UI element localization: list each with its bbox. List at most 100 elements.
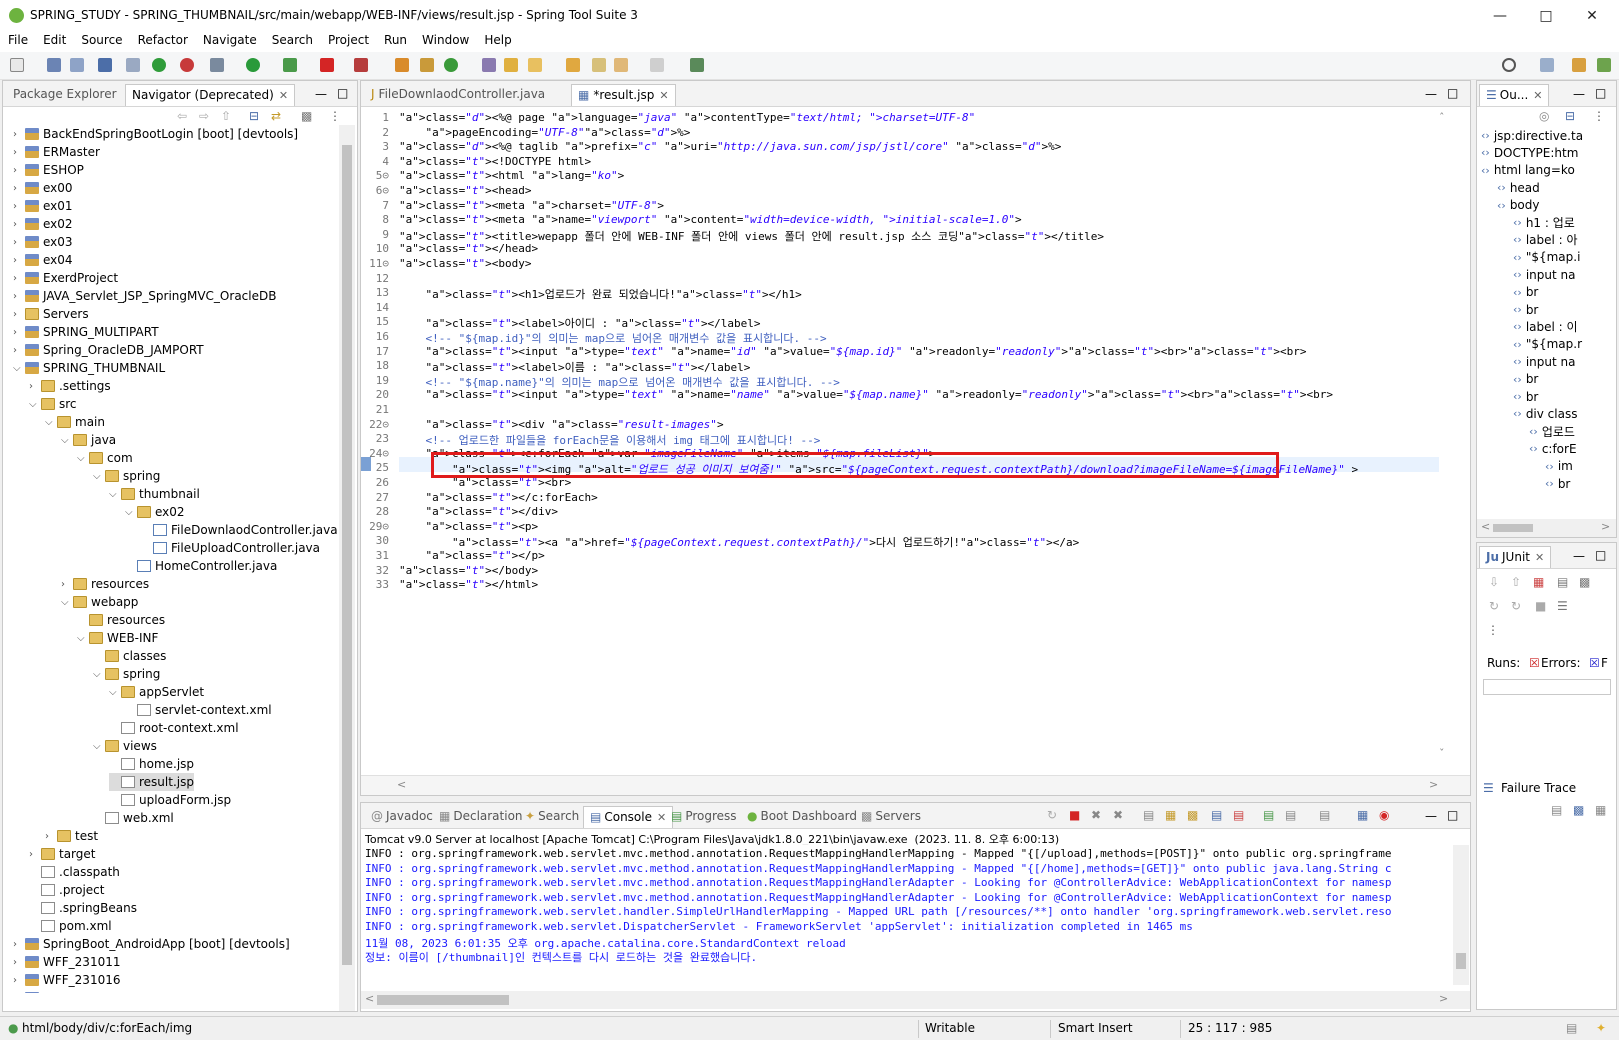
spring-perspective-icon[interactable] bbox=[1597, 58, 1611, 72]
pin-editor-icon[interactable] bbox=[690, 58, 704, 72]
scroll-down-icon[interactable]: ˇ bbox=[1439, 747, 1445, 760]
code-line[interactable]: "a">class="t"><meta "a">charset="UTF-8"> bbox=[399, 199, 664, 212]
skip-breakpoints-icon[interactable] bbox=[126, 58, 140, 72]
console-vscrollbar[interactable] bbox=[1453, 845, 1469, 985]
word-wrap-icon[interactable]: ▩ bbox=[1187, 808, 1198, 822]
code-line[interactable]: "a">class="t"></div> bbox=[399, 505, 558, 518]
menu-search[interactable]: Search bbox=[264, 30, 320, 52]
tree-item[interactable]: › ex03 bbox=[13, 233, 73, 251]
history-icon[interactable]: ▩ bbox=[1579, 575, 1590, 589]
tree-item[interactable]: › BackEndSpringBootLogin [boot] [devtools… bbox=[13, 125, 298, 143]
tree-item[interactable]: › target bbox=[29, 845, 96, 863]
new-icon[interactable] bbox=[10, 58, 24, 72]
outline-item[interactable]: ‹› html lang=ko bbox=[1481, 162, 1575, 179]
tree-item[interactable]: ⌵ main bbox=[45, 413, 105, 431]
tree-item[interactable]: resources bbox=[77, 611, 165, 629]
tree-item[interactable]: ⌵ java bbox=[61, 431, 116, 449]
outline-item[interactable]: ‹› label : 이 bbox=[1513, 318, 1578, 335]
chevron-right-icon[interactable]: › bbox=[13, 147, 25, 158]
minimize-junit-icon[interactable]: — bbox=[1573, 549, 1585, 563]
outline-item[interactable]: ‹› br bbox=[1513, 388, 1538, 405]
previous-failure-icon[interactable]: ⇧ bbox=[1511, 575, 1521, 589]
new-class-icon[interactable] bbox=[444, 58, 458, 72]
tree-item[interactable]: › SPRING_MULTIPART bbox=[13, 323, 159, 341]
debug-icon[interactable] bbox=[210, 58, 224, 72]
console-output[interactable]: INFO : org.springframework.web.servlet.m… bbox=[361, 845, 1451, 985]
new-java-project-icon[interactable] bbox=[395, 58, 409, 72]
code-line[interactable]: "a">class="t"></c:forEach> bbox=[399, 491, 598, 504]
menu-project[interactable]: Project bbox=[320, 30, 376, 52]
notification-icon[interactable]: ▤ bbox=[1566, 1021, 1577, 1035]
chevron-right-icon[interactable]: › bbox=[13, 975, 25, 986]
tab-servers[interactable]: ▩ Servers bbox=[855, 806, 927, 828]
outline-item[interactable]: ‹› label : 아 bbox=[1513, 231, 1578, 248]
chevron-right-icon[interactable]: › bbox=[13, 993, 25, 994]
tree-item[interactable]: › .settings bbox=[29, 377, 111, 395]
tree-item[interactable]: › ex02 bbox=[13, 215, 73, 233]
new-package-icon[interactable] bbox=[420, 58, 434, 72]
code-line[interactable]: "a">class="t"><meta "a">name="viewport" … bbox=[399, 213, 1022, 226]
tree-item[interactable]: FileDownlaodController.java bbox=[141, 521, 338, 539]
save-icon[interactable] bbox=[47, 58, 61, 72]
chevron-right-icon[interactable]: › bbox=[13, 273, 25, 284]
code-line[interactable]: "a">class="t"><label>이름 : "a">class="t">… bbox=[399, 359, 751, 375]
filter-trace-icon[interactable]: ▤ bbox=[1551, 803, 1562, 817]
menu-refactor[interactable]: Refactor bbox=[130, 30, 195, 52]
menu-window[interactable]: Window bbox=[414, 30, 476, 52]
code-line[interactable]: "a">class="t"><h1>업로드가 완료 되었습니다!"a">clas… bbox=[399, 286, 802, 302]
tab-package-explorer[interactable]: Package Explorer bbox=[7, 84, 123, 106]
java-ee-perspective-icon[interactable] bbox=[1572, 58, 1586, 72]
tree-item[interactable]: › ERMaster bbox=[13, 143, 100, 161]
next-failure-icon[interactable]: ⇩ bbox=[1489, 575, 1499, 589]
code-line[interactable]: "a">class="d"><%@ taglib "a">prefix="c" … bbox=[399, 140, 1061, 153]
tree-item[interactable]: .springBeans bbox=[29, 899, 137, 917]
tree-item[interactable]: ⌵ com bbox=[77, 449, 133, 467]
clear-console-icon[interactable]: ▤ bbox=[1143, 808, 1154, 822]
scroll-up-icon[interactable]: ˆ bbox=[1439, 111, 1445, 124]
show-on-output-icon[interactable]: ▤ bbox=[1211, 808, 1222, 822]
maximize-junit-icon[interactable]: □ bbox=[1595, 548, 1606, 562]
chevron-down-icon[interactable]: ⌵ bbox=[29, 399, 41, 410]
sort-icon[interactable]: ◎ bbox=[1539, 109, 1549, 123]
open-console-icon[interactable]: ▤ bbox=[1319, 808, 1330, 822]
display-console-icon[interactable]: ▤ bbox=[1285, 808, 1296, 822]
chevron-down-icon[interactable]: ⌵ bbox=[109, 687, 121, 698]
code-line[interactable]: "a">class="t"></body> bbox=[399, 564, 538, 577]
restart-icon[interactable]: ↻ bbox=[1047, 808, 1057, 822]
forward-icon[interactable] bbox=[650, 58, 664, 72]
console-scroll-thumb[interactable] bbox=[1456, 953, 1466, 969]
tree-item[interactable]: pom.xml bbox=[29, 917, 112, 935]
chevron-right-icon[interactable]: › bbox=[13, 183, 25, 194]
tree-item[interactable]: › test bbox=[45, 827, 98, 845]
minimize-editor-icon[interactable]: — bbox=[1425, 87, 1437, 101]
chevron-down-icon[interactable]: ⌵ bbox=[77, 453, 89, 464]
tab-navigator[interactable]: Navigator (Deprecated) ✕ bbox=[125, 84, 296, 106]
spring-console-icon[interactable]: ◉ bbox=[1379, 808, 1389, 822]
code-line[interactable]: "a">pageEncoding="UTF-8""a">class="d">%> bbox=[399, 126, 691, 139]
code-line[interactable]: "a">class="t"><div "a">class="result-ima… bbox=[399, 418, 724, 431]
view-menu-icon[interactable]: ⋮ bbox=[329, 109, 341, 123]
tree-item[interactable]: › WFF_231017 bbox=[13, 989, 120, 993]
menu-file[interactable]: File bbox=[0, 30, 35, 52]
chevron-down-icon[interactable]: ⌵ bbox=[125, 507, 137, 518]
chevron-down-icon[interactable]: ⌵ bbox=[109, 489, 121, 500]
tab-junit[interactable]: Ju JUnit ✕ bbox=[1479, 546, 1552, 568]
chevron-down-icon[interactable]: ⌵ bbox=[77, 633, 89, 644]
navigator-scrollbar[interactable] bbox=[339, 125, 355, 1011]
tab-javadoc[interactable]: @ Javadoc bbox=[365, 806, 439, 828]
minimize-outline-icon[interactable]: — bbox=[1573, 87, 1585, 101]
outline-item[interactable]: ‹› "${map.r bbox=[1513, 336, 1582, 353]
code-line[interactable]: "a">class="d"><%@ page "a">language="jav… bbox=[399, 111, 975, 124]
code-line[interactable]: <!-- "${map.id}"의 의미는 map으로 넘어온 매개변수 값을 … bbox=[399, 330, 826, 346]
terminate-icon[interactable]: ■ bbox=[1069, 808, 1080, 822]
compare-icon[interactable]: ▩ bbox=[1573, 803, 1584, 817]
chevron-right-icon[interactable]: › bbox=[29, 849, 41, 860]
chevron-right-icon[interactable]: › bbox=[29, 381, 41, 392]
close-icon[interactable]: ✕ bbox=[1533, 89, 1542, 102]
maximize-outline-icon[interactable]: □ bbox=[1595, 86, 1606, 100]
chevron-down-icon[interactable]: ⌵ bbox=[93, 669, 105, 680]
tips-icon[interactable]: ✦ bbox=[1596, 1021, 1606, 1035]
tree-item[interactable]: ⌵ spring bbox=[93, 467, 160, 485]
terminal-icon[interactable] bbox=[98, 58, 112, 72]
console-hscroll-thumb[interactable] bbox=[377, 995, 509, 1005]
